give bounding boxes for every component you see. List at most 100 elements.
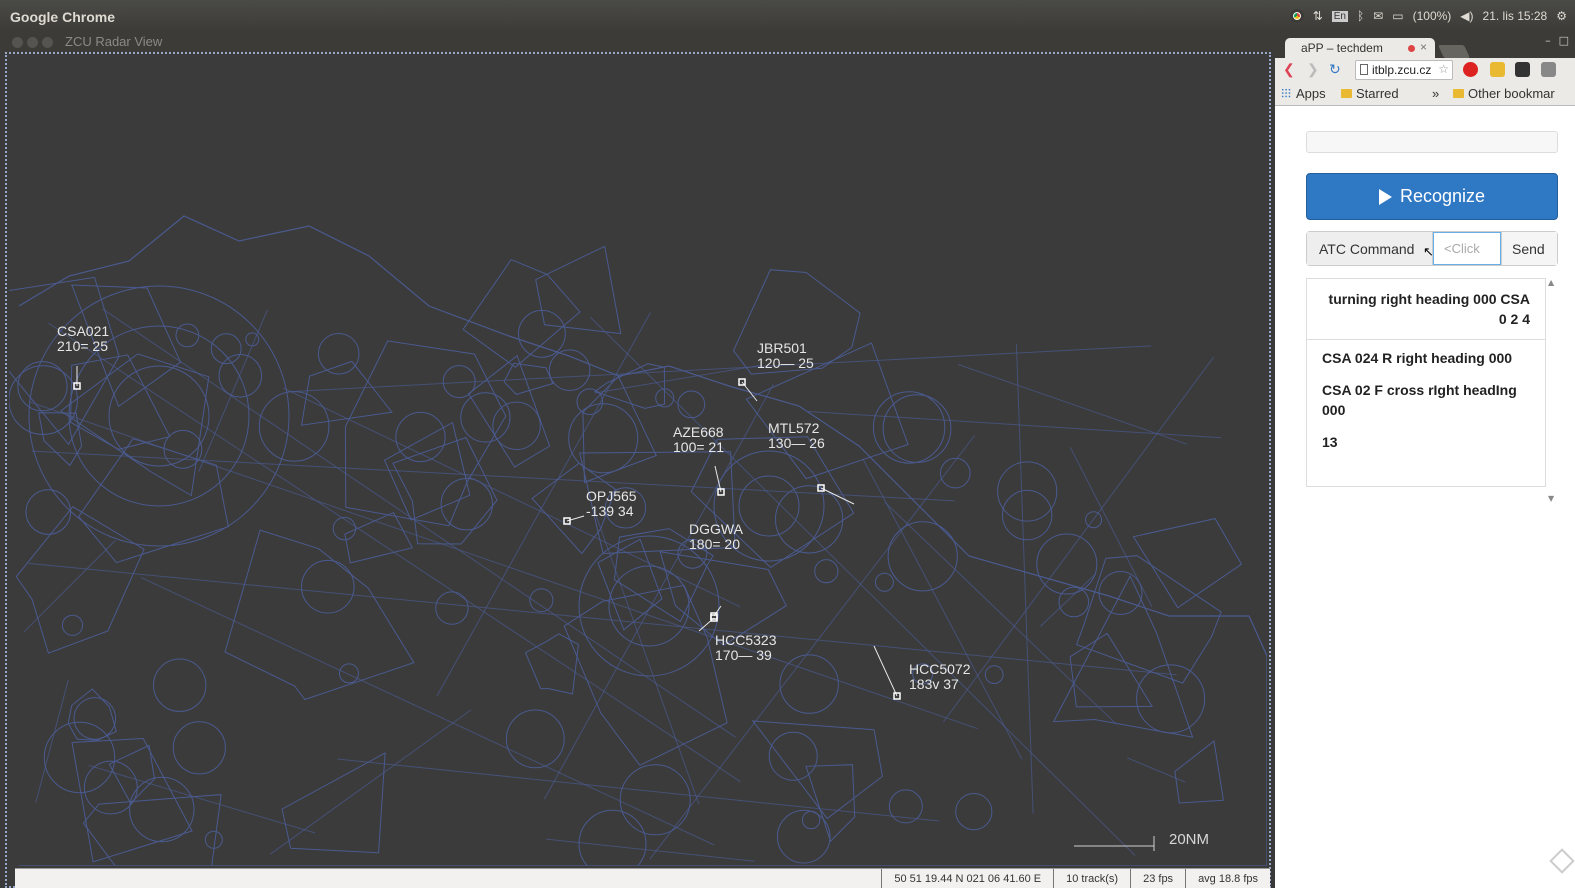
active-app-name: Google Chrome	[10, 9, 116, 25]
aircraft-flight-data: 170— 39	[715, 647, 772, 663]
aircraft-track[interactable]: OPJ565-139 34	[563, 488, 637, 525]
bookmark-starred[interactable]: Starred	[1341, 86, 1399, 101]
aircraft-callsign: HCC5323	[715, 632, 777, 648]
radar-window: ZCU Radar View CSA021 210= 25 JBR501 120— 2…	[0, 32, 1275, 888]
aircraft-callsign: JBR501	[757, 340, 807, 356]
tab-app-techdemo[interactable]: aPP – techdem ×	[1285, 38, 1435, 58]
aircraft-track[interactable]: AZE668100= 21	[673, 424, 725, 496]
fps-readout: 23 fps	[1130, 869, 1185, 888]
recording-indicator-icon	[1408, 45, 1415, 52]
atc-command-text: ATC Command	[1319, 241, 1415, 257]
tab-title: aPP – techdem	[1301, 41, 1383, 55]
radar-map[interactable]: CSA021210= 25 JBR501120— 25AZE668100= 21M…	[9, 56, 1267, 866]
recognition-results-list: turning right heading 000 CSA 0 2 4 CSA …	[1306, 278, 1546, 487]
maximize-icon[interactable]	[42, 37, 53, 48]
scale-bar: 20NM	[1074, 831, 1209, 851]
extension-icon[interactable]	[1515, 62, 1530, 77]
results-scrollbar[interactable]: ▲ ▼	[1546, 278, 1558, 503]
airspace-map	[9, 215, 1267, 866]
aircraft-callsign: HCC5072	[909, 661, 971, 677]
bookmark-star-icon[interactable]: ☆	[1438, 62, 1449, 76]
clock[interactable]: 21. lis 15:28	[1483, 9, 1548, 23]
back-icon[interactable]: ❮	[1283, 61, 1295, 78]
play-icon	[1378, 188, 1392, 205]
chrome-browser-window: aPP – techdem × – □ ❮ ❯ ↻ itblp.zcu.cz ☆…	[1275, 32, 1575, 888]
result-item[interactable]: 13	[1307, 424, 1545, 456]
aircraft-flight-data: 120— 25	[757, 355, 814, 371]
scroll-up-icon[interactable]: ▲	[1548, 278, 1554, 287]
aircraft-callsign: OPJ565	[586, 488, 637, 504]
adblock-extension-icon[interactable]	[1463, 62, 1478, 77]
address-bar[interactable]: itblp.zcu.cz ☆	[1355, 60, 1453, 80]
transcript-input[interactable]	[1306, 131, 1558, 153]
folder-icon	[1341, 89, 1352, 98]
mail-icon[interactable]: ✉	[1373, 9, 1383, 23]
atc-command-group: ATC Command ↖ <Click Send	[1306, 231, 1558, 266]
avg-fps-readout: avg 18.8 fps	[1185, 869, 1270, 888]
new-tab-button[interactable]	[1437, 45, 1471, 58]
tab-close-icon[interactable]: ×	[1420, 40, 1427, 54]
extension-icon[interactable]	[1490, 62, 1505, 77]
aircraft-track[interactable]: JBR501120— 25	[738, 340, 814, 402]
aircraft-flight-data: 130— 26	[768, 435, 825, 451]
bookmarks-overflow[interactable]: »	[1432, 86, 1439, 101]
aircraft-track[interactable]: CSA021210= 25	[57, 323, 109, 390]
tab-strip: aPP – techdem × – □	[1275, 32, 1575, 58]
atc-command-label: ATC Command ↖	[1307, 232, 1434, 265]
aircraft-flight-data: 183v 37	[909, 676, 959, 692]
forward-icon[interactable]: ❯	[1307, 61, 1319, 78]
minimize-icon[interactable]: –	[1545, 34, 1551, 47]
system-tray: ⇅ En ᛒ ✉ ▭ (100%) ◀) 21. lis 15:28 ⚙	[1289, 9, 1567, 23]
window-controls	[12, 37, 53, 48]
minimize-icon[interactable]	[27, 37, 38, 48]
extension-diamond-icon[interactable]	[1549, 848, 1575, 874]
network-icon[interactable]: ⇅	[1313, 9, 1323, 23]
send-button[interactable]: Send	[1501, 232, 1557, 265]
bookmark-apps[interactable]: Apps	[1281, 86, 1326, 101]
result-item[interactable]: turning right heading 000 CSA 0 2 4	[1307, 279, 1545, 340]
bluetooth-icon[interactable]: ᛒ	[1357, 9, 1364, 23]
browser-window-controls: – □	[1545, 34, 1569, 47]
system-top-bar: Google Chrome ⇅ En ᛒ ✉ ▭ (100%) ◀) 21. l…	[0, 0, 1575, 32]
web-page-content: Recognize ATC Command ↖ <Click Send turn…	[1275, 106, 1575, 888]
result-item[interactable]: CSA 02 F cross rIght headIng 000	[1307, 372, 1545, 424]
cursor-coordinates: 50 51 19.44 N 021 06 41.60 E	[881, 869, 1053, 888]
aircraft-flight-data: 210= 25	[57, 338, 108, 354]
radar-window-titlebar[interactable]: ZCU Radar View	[0, 32, 1275, 52]
gear-icon[interactable]: ⚙	[1556, 9, 1567, 23]
mouse-cursor-icon: ↖	[1423, 244, 1434, 259]
result-item[interactable]: CSA 024 R right heading 000	[1307, 340, 1545, 372]
bookmarks-bar: Apps Starred » Other bookmar	[1275, 82, 1575, 106]
velocity-vector	[873, 645, 898, 697]
recognize-label: Recognize	[1399, 186, 1486, 206]
reload-icon[interactable]: ↻	[1329, 61, 1341, 78]
scroll-down-icon[interactable]: ▼	[1548, 494, 1554, 503]
aircraft-callsign: AZE668	[673, 424, 724, 440]
chrome-icon[interactable]	[1289, 9, 1304, 23]
maximize-icon[interactable]: □	[1559, 34, 1569, 47]
apps-grid-icon	[1281, 88, 1291, 98]
radar-window-title: ZCU Radar View	[65, 34, 163, 49]
browser-toolbar: ❮ ❯ ↻ itblp.zcu.cz ☆	[1275, 58, 1575, 82]
aircraft-flight-data: 180= 20	[689, 536, 740, 552]
page-icon	[1360, 64, 1368, 75]
aircraft-flight-data: -139 34	[586, 503, 634, 519]
battery-percentage: (100%)	[1412, 9, 1452, 23]
recognize-button[interactable]: Recognize	[1306, 173, 1558, 220]
track-count: 10 track(s)	[1053, 869, 1130, 888]
close-icon[interactable]	[12, 37, 23, 48]
aircraft-callsign: MTL572	[768, 420, 820, 436]
bookmark-other[interactable]: Other bookmar	[1453, 86, 1555, 101]
radar-status-bar: 50 51 19.44 N 021 06 41.60 E 10 track(s)…	[15, 868, 1270, 888]
keyboard-layout-indicator[interactable]: En	[1331, 10, 1348, 22]
folder-icon	[1453, 89, 1464, 98]
aircraft-callsign: CSA021	[57, 323, 109, 339]
aircraft-flight-data: 100= 21	[673, 439, 724, 455]
battery-icon[interactable]: ▭	[1392, 9, 1403, 23]
atc-command-input[interactable]: <Click	[1433, 232, 1501, 265]
volume-icon[interactable]: ◀)	[1460, 9, 1473, 23]
address-text: itblp.zcu.cz	[1372, 63, 1432, 77]
aircraft-callsign: DGGWA	[689, 521, 744, 537]
scale-label: 20NM	[1169, 831, 1209, 848]
qr-code-icon[interactable]	[1541, 62, 1556, 77]
